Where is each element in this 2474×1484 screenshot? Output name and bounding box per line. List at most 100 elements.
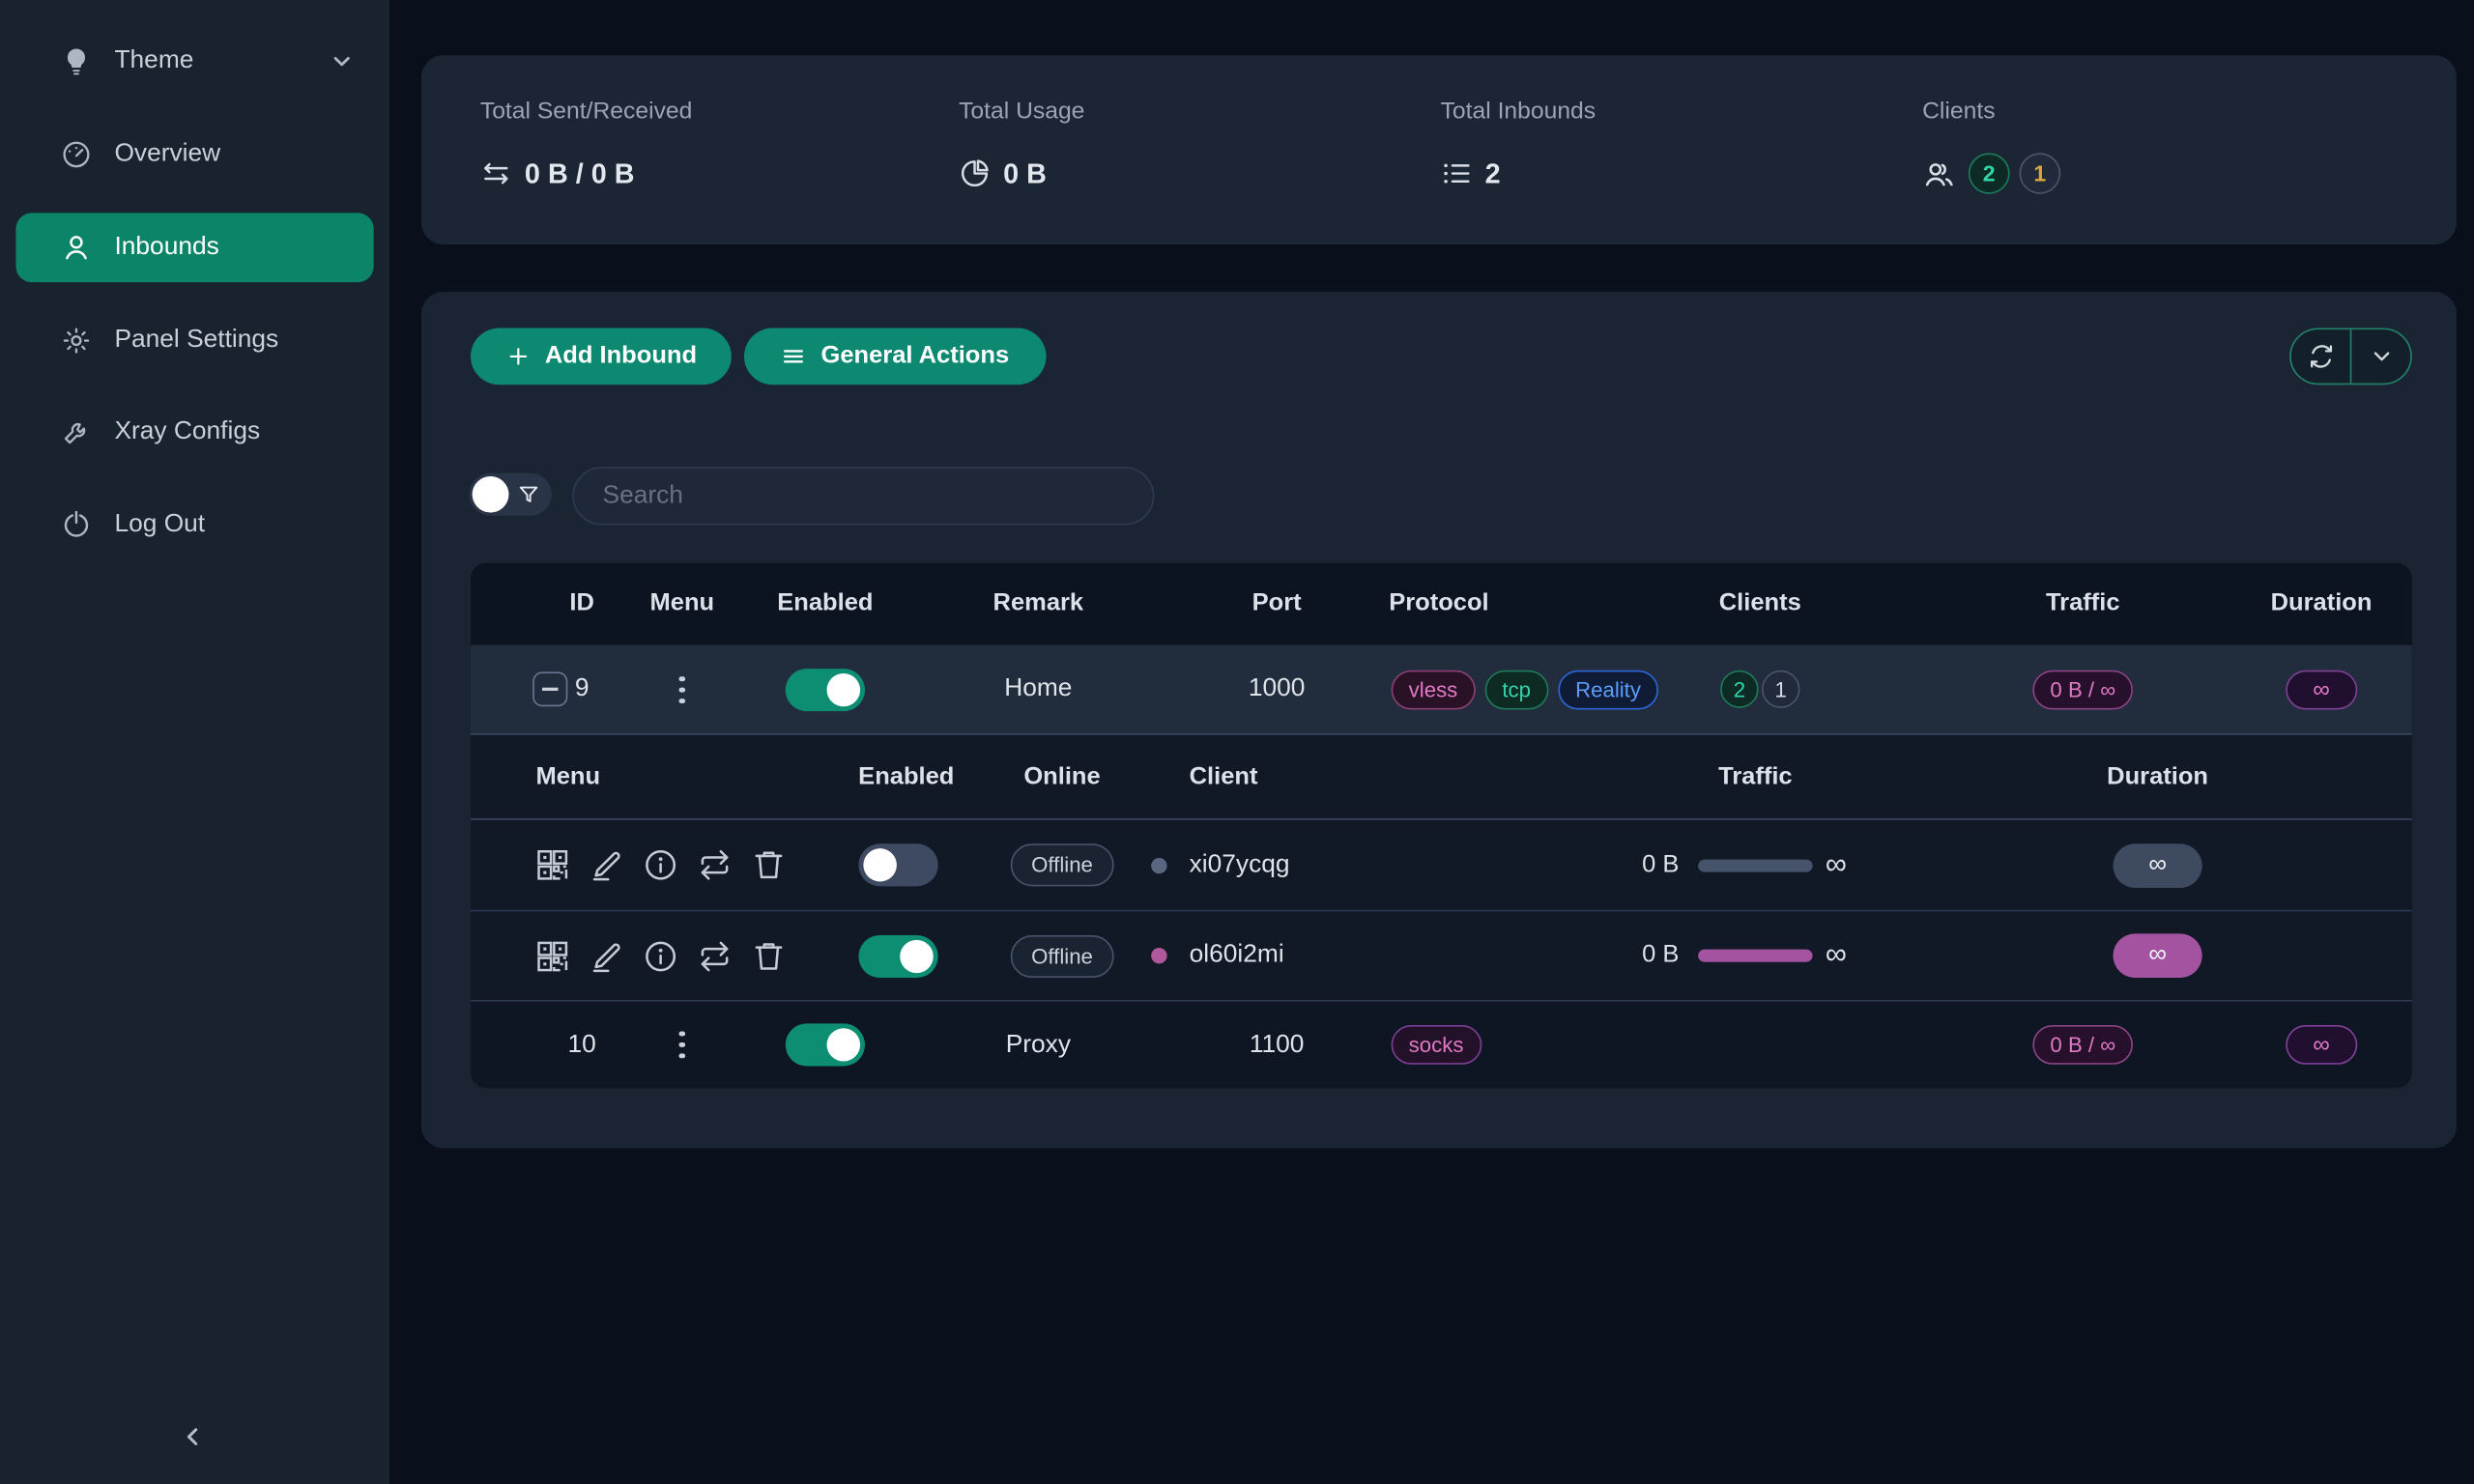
users-icon [1922, 157, 1956, 189]
col-enabled: Enabled [777, 563, 873, 645]
clients-active-badge: 2 [1720, 671, 1758, 708]
edit-icon[interactable] [589, 937, 625, 974]
stat-label: Clients [1922, 98, 1995, 125]
duration-badge: ∞ [2286, 1025, 2357, 1065]
qr-code-icon[interactable] [534, 937, 571, 974]
traffic-used: 0 B [1568, 820, 1679, 910]
reset-traffic-icon[interactable] [697, 847, 734, 884]
subcol-online: Online [1023, 735, 1100, 819]
client-enabled-toggle[interactable] [858, 935, 937, 978]
chevron-down-icon [2369, 344, 2394, 369]
sidebar-item-overview[interactable]: Overview [15, 120, 373, 189]
search-box [572, 467, 1154, 525]
row-menu-button[interactable] [666, 1023, 698, 1066]
sidebar-item-panel-settings[interactable]: Panel Settings [15, 306, 373, 376]
filter-toggle[interactable] [469, 473, 552, 516]
col-remark: Remark [993, 563, 1084, 645]
table-header: ID Menu Enabled Remark Port Protocol Cli… [471, 563, 2412, 645]
protocol-badge: vless [1392, 670, 1476, 709]
table-row: 9 Home 1000 vless tcp Reality 2 1 0 B / … [471, 645, 2412, 735]
info-icon[interactable] [643, 937, 679, 974]
clients-deactive-badge: 1 [2019, 153, 2060, 193]
list-icon [1441, 157, 1473, 189]
col-duration: Duration [2271, 563, 2373, 645]
protocol-badge: Reality [1558, 670, 1658, 709]
online-status-badge: Offline [1011, 843, 1114, 886]
reset-traffic-icon[interactable] [697, 937, 734, 974]
client-status-dot [1151, 948, 1166, 963]
sidebar-collapse-button[interactable] [167, 1416, 218, 1457]
delete-icon[interactable] [751, 937, 788, 974]
edit-icon[interactable] [589, 847, 625, 884]
cell-port: 1100 [1250, 1002, 1305, 1089]
sidebar-item-theme[interactable]: Theme [15, 27, 373, 97]
client-enabled-toggle[interactable] [858, 843, 937, 886]
col-id: ID [569, 563, 594, 645]
inbounds-panel: Add Inbound General Actions [421, 292, 2457, 1148]
stat-value: 0 B [1003, 157, 1047, 189]
general-actions-button[interactable]: General Actions [744, 328, 1047, 385]
user-icon [61, 232, 93, 264]
funnel-icon [517, 482, 541, 505]
wrench-icon [61, 416, 93, 448]
row-menu-button[interactable] [666, 669, 698, 711]
table-row: 10 Proxy 1100 socks 0 B / ∞ ∞ [471, 1002, 2412, 1089]
client-status-dot [1151, 857, 1166, 872]
chevron-left-icon [178, 1422, 207, 1450]
subcol-enabled: Enabled [858, 735, 954, 819]
traffic-used: 0 B [1568, 911, 1679, 999]
info-icon[interactable] [643, 847, 679, 884]
inbounds-table: ID Menu Enabled Remark Port Protocol Cli… [471, 563, 2412, 1089]
stat-label: Total Inbounds [1441, 98, 1597, 125]
delete-icon[interactable] [751, 847, 788, 884]
collapse-row-button[interactable] [532, 671, 567, 706]
duration-badge: ∞ [2286, 670, 2357, 709]
cell-port: 1000 [1249, 645, 1306, 733]
subcol-client: Client [1190, 735, 1258, 819]
sidebar-item-inbounds[interactable]: Inbounds [15, 213, 373, 282]
traffic-badge: 0 B / ∞ [2032, 1025, 2133, 1065]
clients-deactive-badge: 1 [1762, 671, 1799, 708]
gear-icon [61, 325, 93, 357]
refresh-split-button [2289, 328, 2412, 385]
traffic-cap: ∞ [1826, 820, 1847, 910]
col-protocol: Protocol [1389, 563, 1488, 645]
add-inbound-button[interactable]: Add Inbound [471, 328, 732, 385]
search-input[interactable] [574, 469, 1210, 524]
sidebar-item-xray-configs[interactable]: Xray Configs [15, 397, 373, 467]
refresh-icon [2306, 342, 2335, 370]
col-traffic: Traffic [2046, 563, 2120, 645]
stat-label: Total Sent/Received [480, 98, 693, 125]
clients-active-badge: 2 [1969, 153, 2010, 193]
sidebar-item-label: Log Out [114, 511, 205, 539]
col-port: Port [1252, 563, 1302, 645]
toggle-knob [473, 476, 509, 513]
client-row: Offline ol60i2mi 0 B ∞ ∞ [471, 911, 2412, 1001]
qr-code-icon[interactable] [534, 847, 571, 884]
enabled-toggle[interactable] [786, 669, 865, 711]
traffic-cap: ∞ [1826, 911, 1847, 999]
dashboard-icon [61, 139, 93, 171]
client-duration-badge: ∞ [2114, 933, 2202, 978]
cell-remark: Home [1004, 645, 1072, 733]
stat-value: 2 [1485, 157, 1501, 189]
sidebar-item-label: Xray Configs [114, 418, 260, 446]
protocol-badge: tcp [1484, 670, 1548, 709]
stats-card: Total Sent/Received 0 B / 0 B Total Usag… [421, 55, 2457, 244]
logout-icon [61, 509, 93, 541]
sidebar-item-label: Theme [114, 47, 193, 75]
client-duration-badge: ∞ [2114, 843, 2202, 888]
refresh-dropdown-button[interactable] [2351, 329, 2410, 383]
pie-chart-icon [959, 157, 991, 189]
online-status-badge: Offline [1011, 934, 1114, 977]
sidebar-item-logout[interactable]: Log Out [15, 491, 373, 560]
bulb-icon [61, 45, 93, 77]
protocol-badge: socks [1392, 1025, 1482, 1065]
refresh-button[interactable] [2291, 329, 2350, 383]
general-actions-label: General Actions [821, 342, 1010, 370]
subcol-traffic: Traffic [1718, 735, 1793, 819]
enabled-toggle[interactable] [786, 1023, 865, 1066]
subcol-duration: Duration [2107, 735, 2208, 819]
traffic-badge: 0 B / ∞ [2032, 670, 2133, 709]
sidebar-item-label: Overview [114, 140, 220, 168]
